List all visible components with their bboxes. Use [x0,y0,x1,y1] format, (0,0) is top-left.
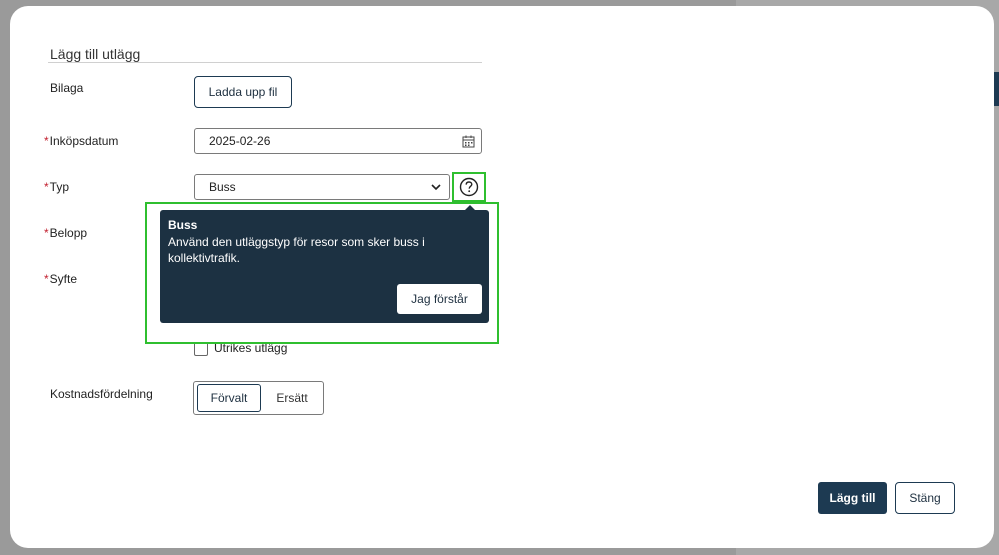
tooltip-title: Buss [168,218,198,232]
purpose-label: *Syfte [44,272,77,286]
add-expense-dialog: Lägg till utlägg Bilaga Ladda upp fil *I… [10,6,994,548]
tooltip-body: Använd den utläggstyp för resor som sker… [168,235,425,265]
attachment-label: Bilaga [50,81,84,95]
chevron-down-icon [431,184,441,191]
required-mark: * [44,180,49,194]
purchase-date-label-text: Inköpsdatum [49,134,119,148]
purpose-label-text: Syfte [49,272,78,286]
required-mark: * [44,272,49,286]
option-default[interactable]: Förvalt [197,384,261,412]
type-help-tooltip: Buss Använd den utläggstyp för resor som… [160,210,489,323]
required-mark: * [44,226,49,240]
amount-label-text: Belopp [49,226,88,240]
required-mark: * [44,134,49,148]
title-divider [48,62,482,63]
understood-button[interactable]: Jag förstår [397,284,482,314]
amount-label: *Belopp [44,226,87,240]
question-circle-icon [459,177,479,197]
add-button[interactable]: Lägg till [818,482,887,514]
upload-file-button[interactable]: Ladda upp fil [194,76,292,108]
close-button[interactable]: Stäng [895,482,955,514]
help-button[interactable] [452,172,486,202]
purchase-date-field[interactable]: 2025-02-26 [194,128,482,154]
cost-distribution-toggle: Förvalt Ersätt [193,381,324,415]
type-label: *Typ [44,180,69,194]
type-label-text: Typ [49,180,70,194]
calendar-icon[interactable] [462,135,475,148]
dialog-title: Lägg till utlägg [50,46,141,62]
type-select[interactable]: Buss [194,174,450,200]
purchase-date-label: *Inköpsdatum [44,134,118,148]
foreign-expense-checkbox[interactable] [194,342,208,356]
cost-distribution-label: Kostnadsfördelning [50,387,153,401]
option-replace[interactable]: Ersätt [262,384,322,412]
type-select-value: Buss [209,180,236,194]
purchase-date-value: 2025-02-26 [209,134,271,148]
